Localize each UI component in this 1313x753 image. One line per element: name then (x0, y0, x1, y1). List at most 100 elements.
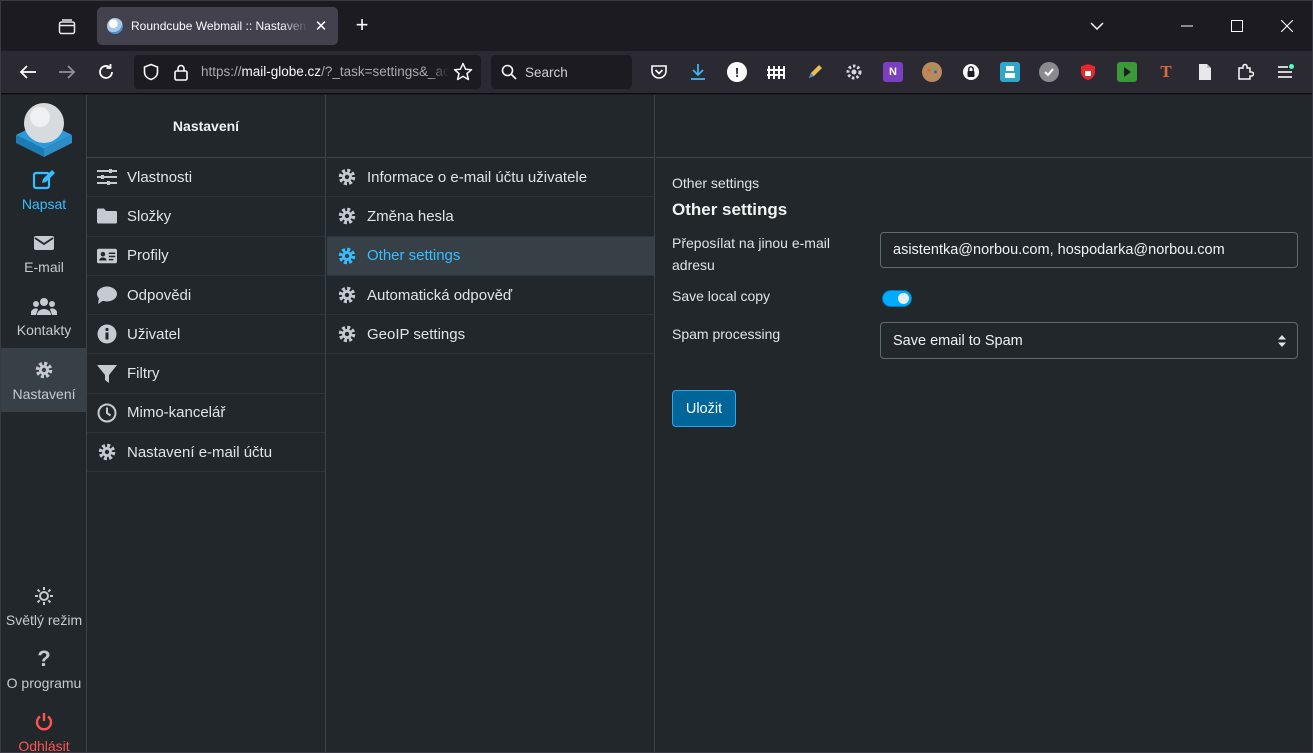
info-icon (97, 324, 117, 344)
search-bar[interactable]: Search (491, 55, 632, 89)
tab-list-button[interactable] (53, 13, 81, 41)
settings-item-label: Vlastnosti (127, 168, 193, 186)
settings-item-identities[interactable]: Profily (87, 237, 325, 276)
comment-icon (97, 285, 117, 305)
window-close-button[interactable] (1272, 11, 1302, 41)
palette-extension-icon[interactable] (922, 62, 942, 82)
browser-window: Roundcube Webmail :: Nastavení - Other s… (0, 0, 1313, 753)
task-mail[interactable]: E-mail (1, 222, 87, 284)
roundcube-logo (16, 103, 72, 157)
forward-arrow-icon (59, 65, 76, 79)
section-item-auto-reply[interactable]: Automatická odpověď (327, 276, 654, 316)
downloads-icon[interactable] (688, 62, 708, 82)
roundcube-favicon-icon (107, 18, 123, 34)
gear-icon (337, 285, 357, 305)
t-extension-icon[interactable]: T (1156, 62, 1176, 82)
light-mode-toggle[interactable]: Světlý režim (1, 575, 87, 637)
task-settings-label: Nastavení (12, 386, 76, 402)
search-icon (501, 64, 517, 80)
back-button[interactable] (13, 57, 43, 87)
folder-icon (97, 206, 117, 226)
settings-item-label: Uživatel (127, 325, 181, 343)
settings-item-out-of-office[interactable]: Mimo-kancelář (87, 394, 325, 434)
section-item-other-settings[interactable]: Other settings (327, 236, 654, 276)
task-mail-label: E-mail (24, 259, 64, 275)
question-icon: ? (37, 646, 51, 671)
gear-extension-icon[interactable] (844, 62, 864, 82)
settings-item-filters[interactable]: Filtry (87, 354, 325, 394)
clock-icon (97, 403, 117, 423)
section-item-label: Automatická odpověď (367, 286, 513, 304)
content-header (656, 95, 1312, 158)
gear-icon (337, 324, 357, 344)
check-extension-icon[interactable] (1039, 62, 1059, 82)
extensions-puzzle-icon[interactable] (1235, 62, 1255, 82)
task-contacts[interactable]: Kontakty (1, 285, 87, 347)
new-tab-button[interactable]: + (349, 13, 375, 39)
settings-item-label: Mimo-kancelář (127, 404, 226, 422)
account-sections-list: Informace o e-mail účtu uživatele Změna … (327, 95, 655, 752)
onenote-extension-icon[interactable]: N (883, 62, 903, 82)
save-local-copy-toggle[interactable] (882, 290, 912, 307)
task-compose-label: Napsat (21, 196, 67, 212)
browser-tab-active[interactable]: Roundcube Webmail :: Nastavení - Other s… (97, 7, 338, 45)
task-compose[interactable]: Napsat (1, 159, 87, 221)
save-extension-icon[interactable] (1000, 62, 1020, 82)
section-item-geoip-settings[interactable]: GeoIP settings (327, 315, 654, 355)
spam-processing-select[interactable]: Save email to Spam (880, 322, 1298, 359)
settings-item-account-settings[interactable]: Nastavení e-mail účtu (87, 433, 325, 473)
forward-address-input[interactable]: asistentka@norbou.com, hospodarka@norbou… (880, 232, 1298, 268)
document-extension-icon[interactable] (1195, 62, 1215, 82)
section-item-label: Other settings (367, 247, 461, 265)
fence-extension-icon[interactable] (766, 62, 786, 82)
lock-extension-icon[interactable] (961, 62, 981, 82)
url-text: https://mail-globe.cz/?_task=settings&_a… (201, 64, 449, 79)
about-button[interactable]: ? O programu (1, 638, 87, 700)
pencil-extension-icon[interactable] (805, 62, 825, 82)
settings-item-label: Odpovědi (127, 286, 192, 304)
settings-item-folders[interactable]: Složky (87, 197, 325, 237)
save-button[interactable]: Uložit (672, 390, 736, 427)
shield-extension-icon[interactable] (1078, 62, 1098, 82)
sun-icon (34, 584, 54, 608)
gear-icon (337, 206, 357, 226)
id-card-icon (97, 246, 117, 266)
section-item-label: Změna hesla (367, 207, 454, 225)
forward-button[interactable] (52, 57, 82, 87)
light-mode-label: Světlý režim (5, 612, 83, 628)
settings-sections-list: Nastavení Vlastnosti Složky Profily Odpo… (87, 95, 326, 752)
settings-item-label: Složky (127, 207, 172, 225)
reload-button[interactable] (91, 57, 121, 87)
info-extension-icon[interactable]: ! (727, 62, 747, 82)
navigation-toolbar: https://mail-globe.cz/?_task=settings&_a… (1, 51, 1312, 94)
tab-overflow-chevron-icon[interactable] (1082, 11, 1112, 41)
url-bar[interactable]: https://mail-globe.cz/?_task=settings&_a… (134, 55, 481, 89)
toggle-knob (898, 293, 909, 304)
tracking-shield-icon (143, 63, 159, 81)
settings-item-preferences[interactable]: Vlastnosti (87, 158, 325, 198)
tab-close-icon[interactable]: ✕ (314, 17, 328, 35)
settings-item-user[interactable]: Uživatel (87, 315, 325, 355)
logout-button[interactable]: Odhlásit (1, 701, 87, 752)
task-contacts-label: Kontakty (16, 322, 72, 338)
minimize-button[interactable] (1172, 11, 1202, 41)
settings-content: Other settings Other settings Přeposílat… (656, 95, 1312, 752)
section-item-change-password[interactable]: Změna hesla (327, 197, 654, 237)
tab-title: Roundcube Webmail :: Nastavení - Other s… (131, 19, 308, 33)
sliders-icon (97, 167, 117, 187)
settings-item-responses[interactable]: Odpovědi (87, 276, 325, 316)
filter-icon (97, 364, 117, 384)
compose-icon (32, 168, 56, 192)
app-menu-icon[interactable] (1275, 62, 1295, 82)
maximize-button[interactable] (1222, 11, 1252, 41)
lock-icon (174, 64, 188, 81)
settings-item-label: Filtry (127, 365, 160, 383)
roundcube-app: Napsat E-mail Kontakty Nastavení Světlý … (1, 95, 1312, 752)
task-settings[interactable]: Nastavení (1, 348, 87, 412)
bookmark-star-icon[interactable] (453, 62, 473, 82)
gear-icon (337, 167, 357, 187)
green-extension-icon[interactable] (1117, 62, 1137, 82)
section-item-account-info[interactable]: Informace o e-mail účtu uživatele (327, 158, 654, 198)
pocket-icon[interactable] (649, 62, 669, 82)
gear-icon (337, 246, 357, 266)
